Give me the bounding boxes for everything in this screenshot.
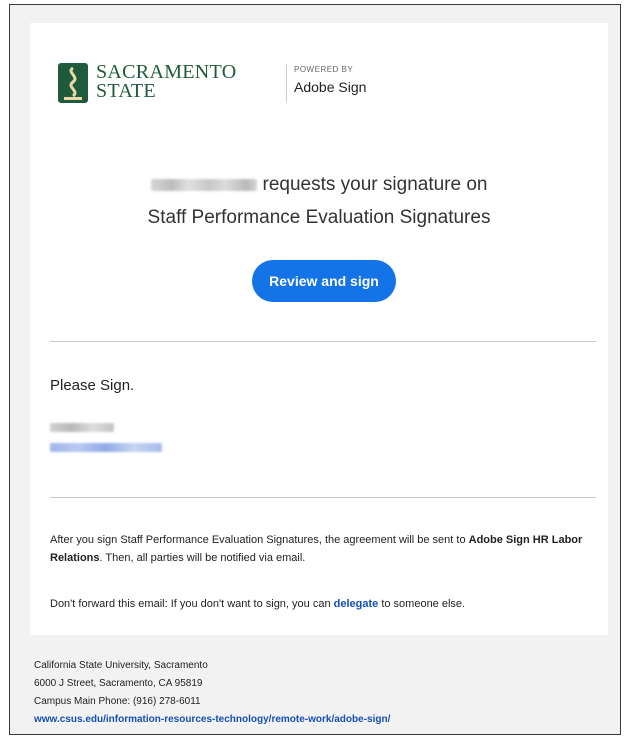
info-text: After you sign Staff Performance Evaluat… <box>50 534 469 546</box>
redacted-sender-email-link[interactable] <box>50 443 162 452</box>
footer-org: California State University, Sacramento <box>34 660 208 671</box>
email-frame: SACRAMENTO STATE POWERED BY Adobe Sign r… <box>9 4 621 735</box>
signature-request: requests your signature on Staff Perform… <box>30 168 608 234</box>
forward-notice: Don't forward this email: If you don't w… <box>50 595 598 613</box>
review-and-sign-button[interactable]: Review and sign <box>252 260 396 302</box>
email-card: SACRAMENTO STATE POWERED BY Adobe Sign r… <box>30 23 608 635</box>
forward-text-end: to someone else. <box>378 598 466 610</box>
agreement-title: Staff Performance Evaluation Signatures <box>147 207 491 228</box>
logo-divider <box>286 64 287 102</box>
divider <box>50 341 596 342</box>
sacramento-state-wordmark: SACRAMENTO STATE <box>96 62 236 102</box>
forward-text: Don't forward this email: If you don't w… <box>50 598 334 610</box>
footer-address: 6000 J Street, Sacramento, CA 95819 <box>34 678 203 689</box>
divider <box>50 497 596 498</box>
footer-url-link[interactable]: www.csus.edu/information-resources-techn… <box>34 711 390 729</box>
request-text: requests your signature on <box>262 174 488 195</box>
redacted-sender-name <box>150 178 257 191</box>
footer: California State University, Sacramento … <box>34 657 390 729</box>
header-logos: SACRAMENTO STATE POWERED BY Adobe Sign <box>58 61 368 107</box>
info-text-end: . Then, all parties will be notified via… <box>99 552 306 564</box>
adobe-sign-label: Adobe Sign <box>294 79 367 95</box>
wordmark-line2: STATE <box>96 80 156 102</box>
redacted-sender-signature <box>50 423 114 432</box>
agreement-info: After you sign Staff Performance Evaluat… <box>50 531 598 567</box>
delegate-link[interactable]: delegate <box>334 598 379 610</box>
powered-by-label: POWERED BY <box>294 65 354 74</box>
footer-phone: Campus Main Phone: (916) 278-6011 <box>34 696 201 707</box>
sender-message: Please Sign. <box>50 377 135 394</box>
sacramento-state-seal-icon <box>58 63 88 103</box>
